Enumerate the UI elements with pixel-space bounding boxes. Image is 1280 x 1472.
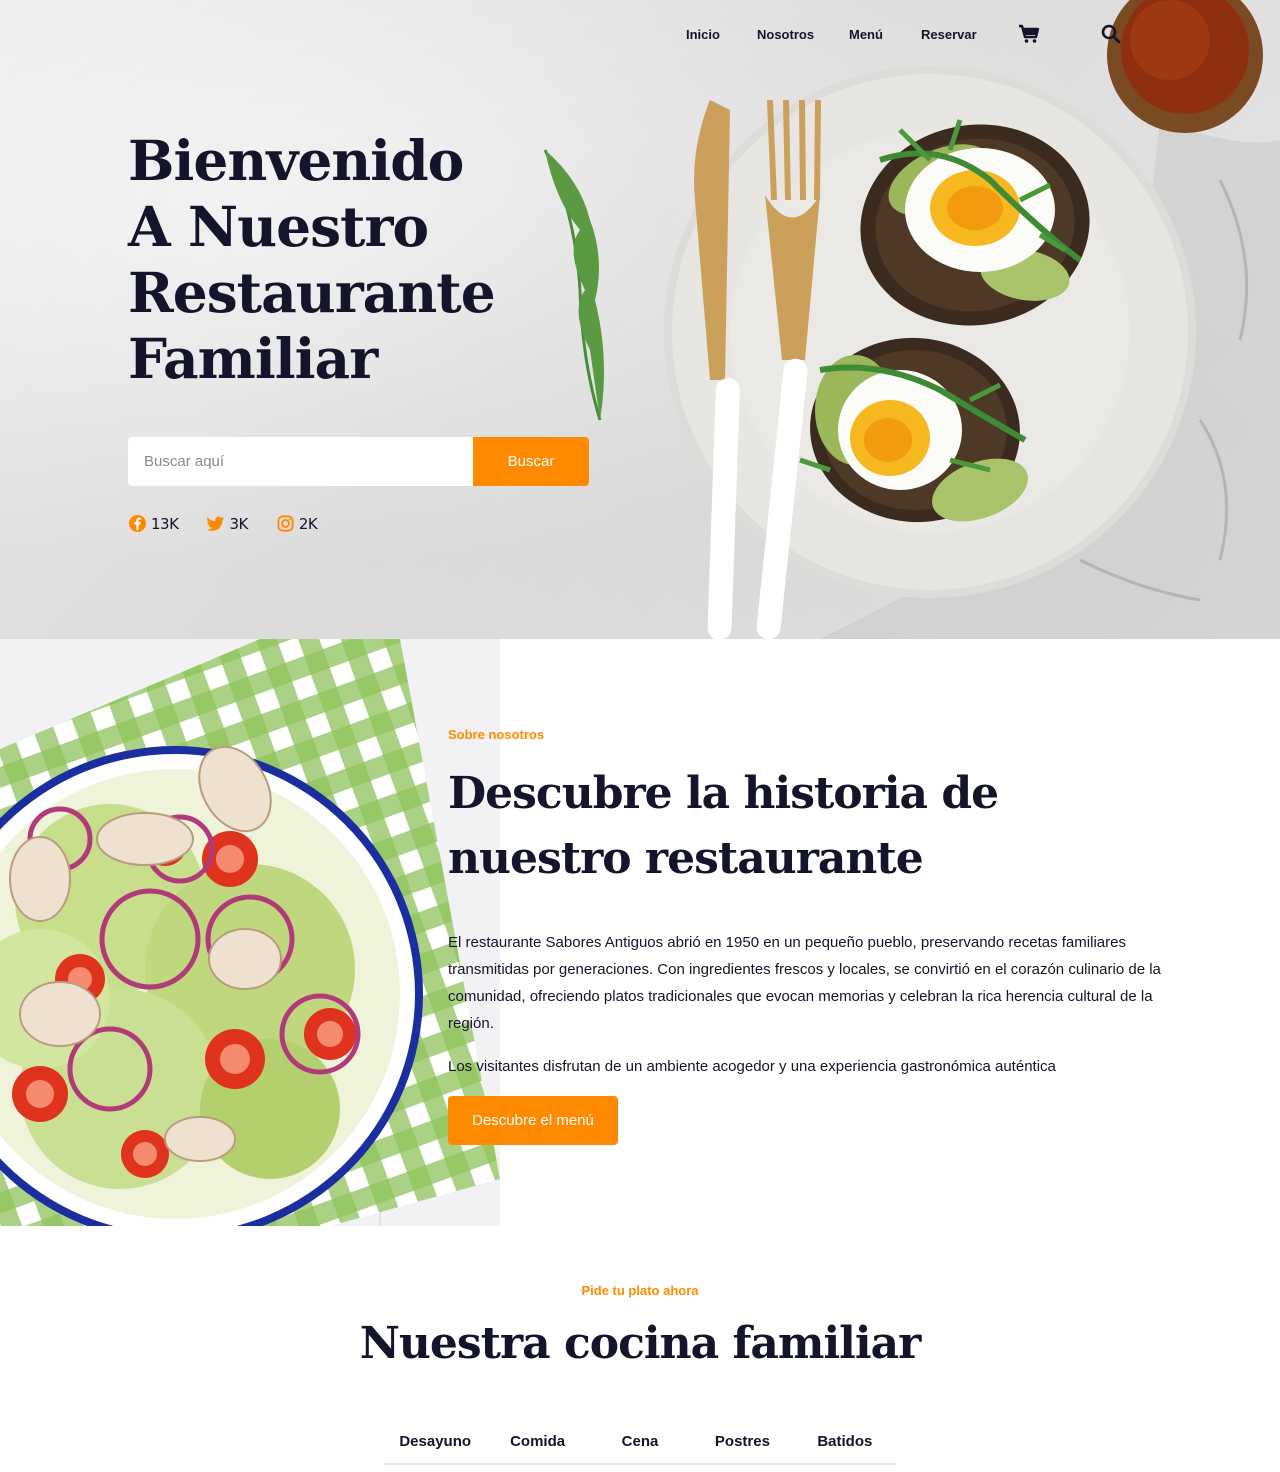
about-paragraph: El restaurante Sabores Antiguos abrió en… xyxy=(448,934,1161,1032)
hero-food-image xyxy=(543,0,1280,639)
search-icon[interactable] xyxy=(1099,22,1123,46)
menu-section: Pide tu plato ahora Nuestra cocina famil… xyxy=(0,1226,1280,1472)
menu-tabs: Desayuno Comida Cena Postres Batidos xyxy=(384,1425,896,1465)
instagram-icon xyxy=(277,515,294,532)
hero-title: Bienvenido A Nuestro Restaurante Familia… xyxy=(128,128,496,391)
tab-desayuno[interactable]: Desayuno xyxy=(384,1425,486,1463)
social-stats: 13K 3K 2K xyxy=(128,514,318,533)
facebook-link[interactable]: 13K xyxy=(128,514,179,533)
about-title: Descubre la historia de nuestro restaura… xyxy=(448,768,999,884)
tab-comida[interactable]: Comida xyxy=(486,1425,588,1463)
menu-eyebrow: Pide tu plato ahora xyxy=(581,1283,699,1298)
about-eyebrow: Sobre nosotros xyxy=(448,727,545,742)
facebook-icon xyxy=(128,514,147,533)
search-input[interactable] xyxy=(128,437,473,486)
instagram-count: 2K xyxy=(298,514,318,533)
hero-search-form: Buscar xyxy=(128,437,589,486)
cart-icon[interactable] xyxy=(1017,22,1041,46)
about-paragraph-secondary: Los visitantes disfrutan de un ambiente … xyxy=(448,1058,1056,1075)
twitter-icon xyxy=(207,516,225,531)
twitter-count: 3K xyxy=(229,514,248,533)
twitter-link[interactable]: 3K xyxy=(206,514,248,533)
tab-batidos[interactable]: Batidos xyxy=(794,1425,896,1463)
instagram-link[interactable]: 2K xyxy=(276,514,318,533)
tab-postres[interactable]: Postres xyxy=(691,1425,793,1463)
nav-link-reservar[interactable]: Reservar xyxy=(921,27,977,42)
about-section: Sobre nosotros Descubre la historia de n… xyxy=(0,639,1280,1226)
nav-link-nosotros[interactable]: Nosotros xyxy=(757,27,814,42)
facebook-count: 13K xyxy=(151,514,179,533)
nav-link-menu[interactable]: Menú xyxy=(849,27,883,42)
tab-cena[interactable]: Cena xyxy=(589,1425,691,1463)
salad-bowl-image xyxy=(0,639,500,1226)
main-navigation: Inicio Nosotros Menú Reservar xyxy=(0,0,1280,70)
search-button[interactable]: Buscar xyxy=(473,437,589,486)
menu-title: Nuestra cocina familiar xyxy=(359,1318,922,1369)
hero-section: Inicio Nosotros Menú Reservar Bienvenido… xyxy=(0,0,1280,639)
discover-menu-button[interactable]: Descubre el menú xyxy=(448,1096,618,1145)
nav-link-inicio[interactable]: Inicio xyxy=(686,27,720,42)
